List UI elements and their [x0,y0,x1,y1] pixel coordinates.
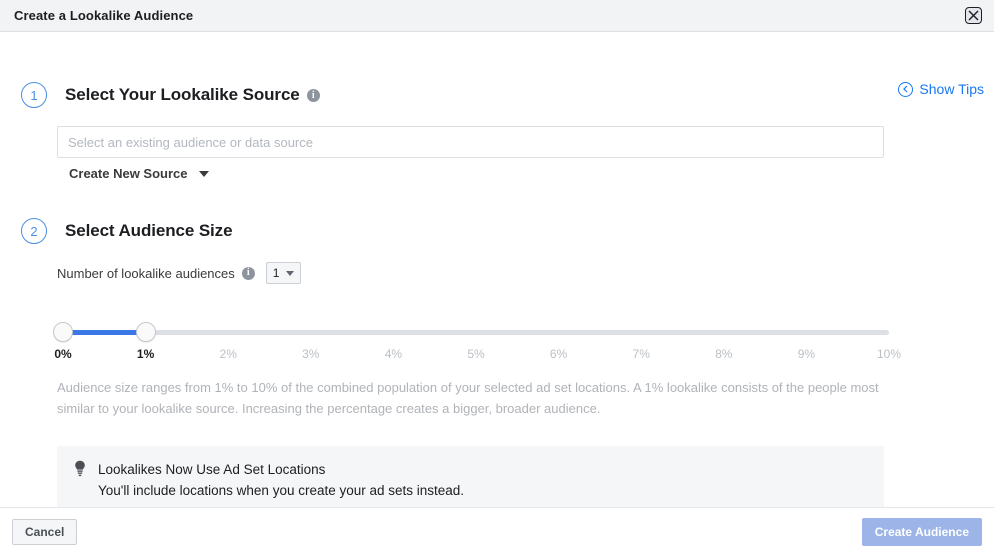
step-number-1: 1 [21,82,47,108]
info-notice-text: Lookalikes Now Use Ad Set Locations You'… [98,459,464,501]
number-of-audiences-row: Number of lookalike audiences i 1 [57,262,301,284]
show-tips-button[interactable]: Show Tips [898,81,984,97]
section-title-step1: Select Your Lookalike Source i [65,85,320,105]
show-tips-label: Show Tips [919,81,984,97]
number-of-audiences-value: 1 [273,266,280,280]
slider-tick-1[interactable]: 1% [137,347,154,361]
number-of-audiences-select[interactable]: 1 [266,262,302,284]
create-audience-button[interactable]: Create Audience [862,518,982,546]
info-icon[interactable]: i [242,267,255,280]
slider-tick-10[interactable]: 10% [877,347,901,361]
lightbulb-icon [73,460,87,477]
slider-tick-4[interactable]: 4% [385,347,402,361]
info-icon[interactable]: i [307,89,320,102]
audience-size-description: Audience size ranges from 1% to 10% of t… [57,377,893,419]
slider-handle-max[interactable] [136,322,156,342]
slider-tick-2[interactable]: 2% [220,347,237,361]
dialog-content: Show Tips 1 Select Your Lookalike Source… [0,32,994,503]
dialog-footer: Cancel Create Audience [0,507,994,555]
create-new-source-button[interactable]: Create New Source [69,166,209,181]
slider-tick-7[interactable]: 7% [633,347,650,361]
slider-tick-labels: 0% 1% 2% 3% 4% 5% 6% 7% 8% 9% 10% [0,347,994,367]
slider-tick-5[interactable]: 5% [467,347,484,361]
close-x-glyph [968,10,979,21]
info-notice-box: Lookalikes Now Use Ad Set Locations You'… [57,446,884,514]
slider-tick-8[interactable]: 8% [715,347,732,361]
section-header-step1: 1 Select Your Lookalike Source i [21,82,320,108]
slider-handle-min[interactable] [53,322,73,342]
section-title-step1-text: Select Your Lookalike Source [65,85,300,104]
slider-tick-0[interactable]: 0% [54,347,71,361]
info-notice-title: Lookalikes Now Use Ad Set Locations [98,459,464,480]
slider-tick-3[interactable]: 3% [302,347,319,361]
number-of-audiences-label: Number of lookalike audiences [57,266,235,281]
section-header-step2: 2 Select Audience Size [21,218,232,244]
section-title-step2: Select Audience Size [65,221,232,241]
slider-tick-6[interactable]: 6% [550,347,567,361]
step-number-2: 2 [21,218,47,244]
chevron-left-circle-icon [898,82,913,97]
caret-down-icon [199,171,209,177]
create-new-source-label: Create New Source [69,166,188,181]
audience-size-slider[interactable] [55,326,889,338]
lookalike-source-input[interactable]: Select an existing audience or data sour… [57,126,884,158]
slider-fill [63,330,146,335]
info-notice-subtitle: You'll include locations when you create… [98,480,464,501]
caret-down-icon [286,271,294,276]
window-title: Create a Lookalike Audience [14,8,193,23]
slider-track[interactable] [55,330,889,335]
lookalike-source-placeholder: Select an existing audience or data sour… [68,135,313,150]
window-titlebar: Create a Lookalike Audience [0,0,994,32]
cancel-button[interactable]: Cancel [12,519,77,545]
chevron-left-glyph [902,85,909,93]
slider-tick-9[interactable]: 9% [798,347,815,361]
close-icon[interactable] [965,7,982,24]
